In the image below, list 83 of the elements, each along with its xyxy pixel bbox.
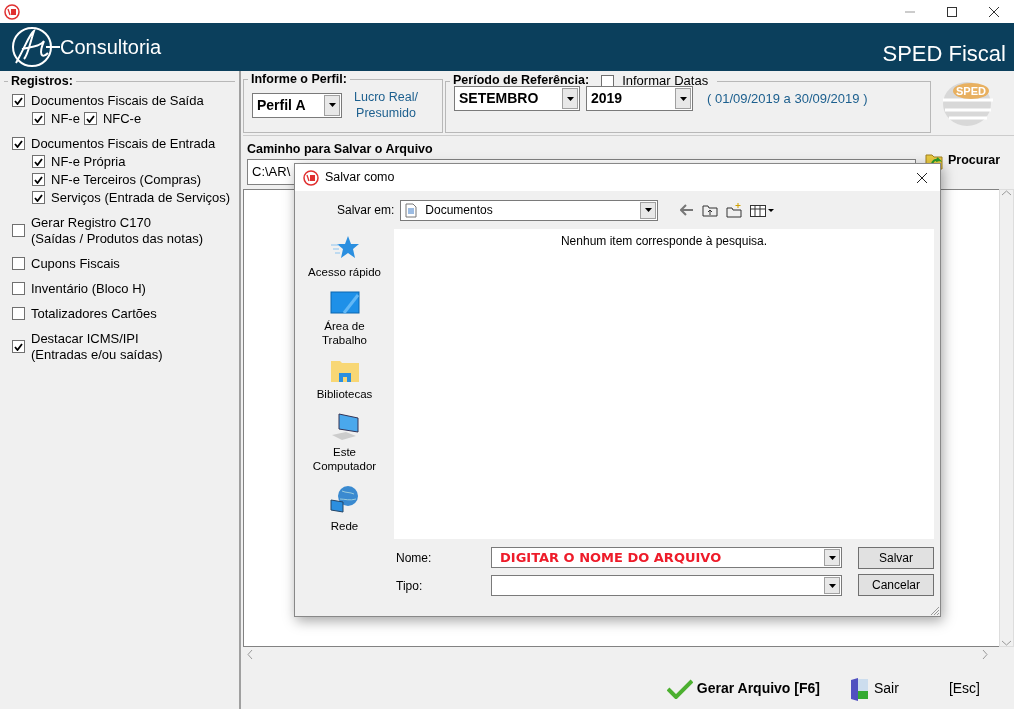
generate-button[interactable]: Gerar Arquivo [F6]	[666, 678, 820, 700]
checkbox-label: Totalizadores Cartões	[31, 305, 157, 322]
network-icon	[329, 485, 360, 515]
app-title: SPED Fiscal	[882, 40, 1006, 68]
save-button[interactable]: Salvar	[858, 547, 934, 569]
checkbox[interactable]	[83, 112, 97, 126]
checkbox-label: Gerar Registro C170 (Saídas / Produtos das notas)	[31, 214, 203, 247]
cancel-button[interactable]: Cancelar	[858, 574, 934, 596]
checkbox-label: NF-e	[51, 110, 80, 127]
folder-icon	[329, 359, 360, 383]
file-name-field[interactable]: DIGITAR O NOME DO ARQUIVO	[491, 547, 842, 568]
year-dropdown[interactable]: 2019	[586, 86, 693, 111]
door-icon	[849, 676, 870, 701]
checkbox-label: Destacar ICMS/IPI (Entradas e/ou saídas)	[31, 330, 163, 363]
group-title: Registros:	[10, 75, 74, 89]
location-dropdown[interactable]: Documentos	[400, 199, 659, 221]
profile-dropdown[interactable]: Perfil A	[252, 92, 342, 118]
exit-button[interactable]: Sair	[849, 676, 899, 701]
check-icon	[34, 114, 43, 123]
field-label: Nome:	[396, 549, 433, 567]
maximize-icon[interactable]	[946, 5, 958, 18]
place-item[interactable]: Área de Trabalho	[296, 291, 393, 347]
checkbox-label: Informar Datas	[622, 73, 709, 89]
checkbox[interactable]	[12, 94, 25, 108]
place-item[interactable]: Bibliotecas	[296, 359, 393, 401]
document-icon	[405, 202, 418, 218]
profile-note: Lucro Real/	[354, 89, 418, 106]
caret-icon	[828, 583, 836, 588]
dialog-title: Salvar como	[325, 169, 395, 187]
date-range: ( 01/09/2019 a 30/09/2019 )	[707, 89, 868, 108]
checkbox-label: Cupons Fiscais	[31, 255, 120, 272]
checkbox[interactable]	[12, 257, 25, 271]
profile-note: Presumido	[355, 105, 417, 122]
checkbox[interactable]	[12, 137, 25, 151]
check-icon	[85, 114, 95, 123]
field-label: Tipo:	[396, 577, 424, 595]
new-folder-icon[interactable]	[726, 202, 743, 218]
desktop-icon	[329, 291, 360, 315]
check-icon	[666, 678, 693, 699]
checkbox[interactable]	[32, 112, 45, 126]
star-icon	[329, 235, 360, 261]
back-icon[interactable]	[680, 204, 695, 216]
resize-grip-icon[interactable]	[930, 606, 940, 616]
checkbox-label: NF-e Própria	[51, 153, 126, 170]
close-icon[interactable]	[916, 171, 928, 184]
checkbox[interactable]	[12, 307, 25, 321]
month-dropdown[interactable]: SETEMBRO	[454, 86, 580, 111]
place-item[interactable]: Este Computador	[296, 413, 393, 473]
group-title: Informe o Perfil:	[250, 73, 348, 87]
checkbox-label: NF-e Terceiros (Compras)	[51, 171, 201, 188]
close-icon[interactable]	[988, 5, 1000, 18]
checkbox-label: Documentos Fiscais de Entrada	[31, 135, 216, 152]
caret-icon	[828, 555, 836, 560]
empty-message: Nenhum item corresponde à pesquisa.	[560, 234, 768, 248]
caret-icon	[566, 96, 574, 101]
file-type-dropdown[interactable]	[491, 575, 842, 596]
place-item[interactable]: Rede	[296, 485, 393, 533]
check-icon	[14, 342, 23, 351]
app-icon	[303, 169, 319, 186]
check-icon	[14, 139, 23, 148]
caret-icon	[328, 103, 336, 108]
field-label: Caminho para Salvar o Arquivo	[247, 141, 434, 158]
field-label: Salvar em:	[337, 202, 395, 219]
checkbox[interactable]	[12, 340, 25, 354]
checkbox[interactable]	[32, 155, 45, 169]
view-menu-icon[interactable]	[750, 203, 775, 217]
shortcut-label: [Esc]	[948, 679, 980, 699]
check-icon	[14, 96, 23, 105]
brand-name: Consultoria	[60, 35, 162, 60]
up-folder-icon[interactable]	[702, 203, 719, 217]
checkbox[interactable]	[32, 191, 45, 205]
checkbox[interactable]	[12, 282, 25, 296]
checkbox-label: Serviços (Entrada de Serviços)	[51, 189, 231, 206]
caret-icon	[644, 208, 652, 212]
checkbox-label: Inventário (Bloco H)	[31, 280, 146, 297]
checkbox[interactable]	[32, 173, 45, 187]
checkbox-label: NFC-e	[102, 110, 142, 127]
caret-icon	[679, 96, 687, 101]
app-icon	[4, 3, 20, 20]
checkbox[interactable]	[12, 224, 25, 238]
checkbox-label: Documentos Fiscais de Saída	[31, 92, 204, 109]
place-item[interactable]: Acesso rápido	[296, 235, 393, 279]
group-title: Período de Referência:	[453, 74, 590, 88]
